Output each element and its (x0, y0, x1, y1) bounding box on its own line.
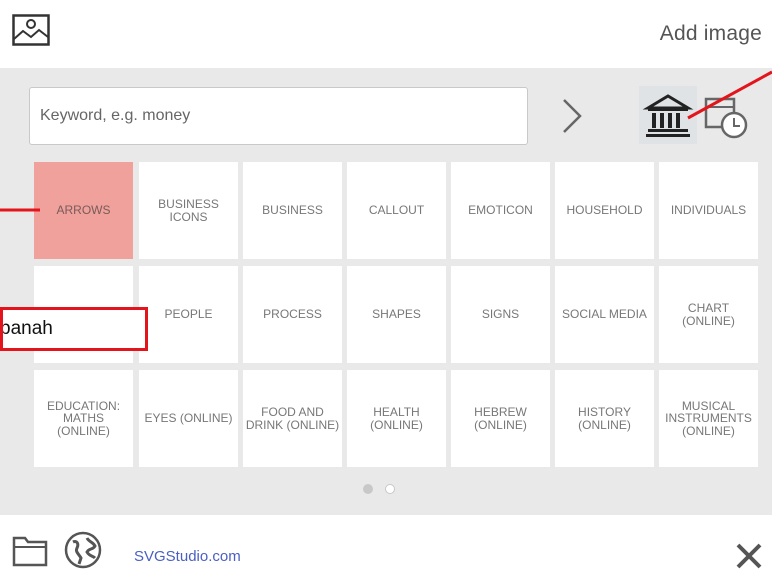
category-tile[interactable]: HEALTH (ONLINE) (347, 370, 446, 467)
header-bar: Add image (0, 0, 772, 68)
annotation-text: panah (0, 318, 53, 339)
category-tile[interactable]: BUSINESS (243, 162, 342, 259)
category-tile[interactable]: HOUSEHOLD (555, 162, 654, 259)
category-tile[interactable]: SOCIAL MEDIA (555, 266, 654, 363)
library-icon (642, 94, 694, 137)
folder-icon[interactable] (12, 533, 48, 567)
search-input[interactable] (29, 87, 528, 145)
image-icon[interactable] (12, 14, 50, 46)
category-tile[interactable]: BUSINESS ICONS (139, 162, 238, 259)
svgstudio-link[interactable]: SVGStudio.com (134, 548, 241, 565)
category-tile[interactable]: CHART (ONLINE) (659, 266, 758, 363)
category-tile[interactable]: EMOTICON (451, 162, 550, 259)
globe-icon[interactable] (63, 530, 103, 570)
page-dot-2[interactable] (385, 484, 395, 494)
annotation-callout: panah (0, 307, 148, 351)
category-tile[interactable]: SIGNS (451, 266, 550, 363)
pagination-dots (363, 484, 403, 498)
history-icon[interactable] (702, 92, 752, 142)
page-title: Add image (659, 22, 762, 45)
category-tile[interactable]: EYES (ONLINE) (139, 370, 238, 467)
category-tile[interactable]: MUSICAL INSTRUMENTS (ONLINE) (659, 370, 758, 467)
close-icon[interactable] (733, 540, 765, 572)
page-dot-1[interactable] (363, 484, 373, 494)
chevron-right-icon[interactable] (556, 96, 586, 136)
category-tile[interactable]: SHAPES (347, 266, 446, 363)
category-tile[interactable]: HEBREW (ONLINE) (451, 370, 550, 467)
category-tile[interactable]: FOOD AND DRINK (ONLINE) (243, 370, 342, 467)
category-tile[interactable]: PROCESS (243, 266, 342, 363)
category-tile[interactable]: ARROWS (34, 162, 133, 259)
category-tile[interactable]: HISTORY (ONLINE) (555, 370, 654, 467)
category-tile[interactable]: CALLOUT (347, 162, 446, 259)
category-tile[interactable]: PEOPLE (139, 266, 238, 363)
category-tile[interactable]: EDUCATION: MATHS (ONLINE) (34, 370, 133, 467)
footer-bar (0, 515, 772, 581)
category-tile[interactable]: INDIVIDUALS (659, 162, 758, 259)
library-button[interactable] (639, 86, 697, 144)
